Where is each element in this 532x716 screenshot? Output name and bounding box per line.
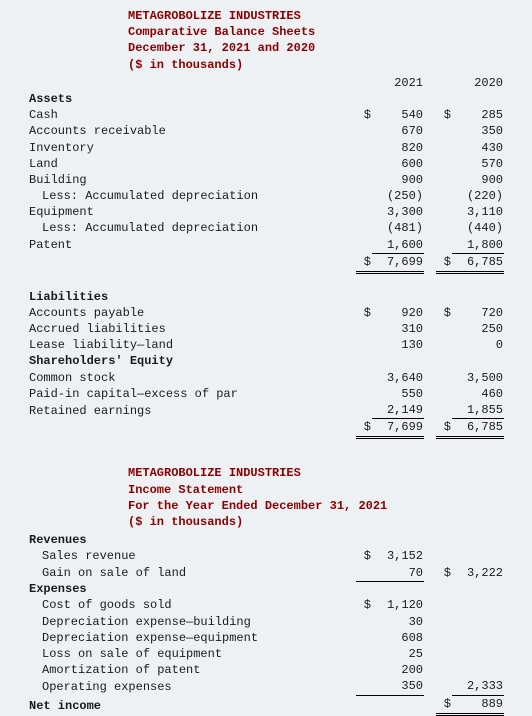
- is-date: For the Year Ended December 31, 2021: [128, 498, 504, 514]
- bs-units: ($ in thousands): [128, 57, 504, 73]
- row-label: Cash: [28, 107, 356, 123]
- year-2020: 2020: [452, 75, 504, 91]
- total-le-2021: 7,699: [372, 419, 424, 438]
- bs-date: December 31, 2021 and 2020: [128, 40, 504, 56]
- total-assets-2020: 6,785: [452, 253, 504, 272]
- company-name: METAGROBOLIZE INDUSTRIES: [128, 8, 504, 24]
- is-units: ($ in thousands): [128, 514, 504, 530]
- net-income: 889: [452, 695, 504, 714]
- net-income-label: Net income: [28, 695, 356, 714]
- equity-header: Shareholders' Equity: [28, 353, 356, 369]
- revenues-header: Revenues: [28, 532, 356, 548]
- is-title: Income Statement: [128, 482, 504, 498]
- is-header: METAGROBOLIZE INDUSTRIES Income Statemen…: [128, 465, 504, 530]
- income-statement: METAGROBOLIZE INDUSTRIES Income Statemen…: [28, 465, 504, 715]
- bs-title: Comparative Balance Sheets: [128, 24, 504, 40]
- expenses-header: Expenses: [28, 581, 356, 597]
- total-le-2020: 6,785: [452, 419, 504, 438]
- total-assets-2021: 7,699: [372, 253, 424, 272]
- total-revenues: 3,222: [452, 565, 504, 582]
- liabilities-header: Liabilities: [28, 289, 356, 305]
- is-table: Revenues Sales revenue$3,152 Gain on sal…: [28, 532, 504, 716]
- year-2021: 2021: [372, 75, 424, 91]
- total-expenses: 2,333: [452, 678, 504, 695]
- company-name: METAGROBOLIZE INDUSTRIES: [128, 465, 504, 481]
- bs-table: 2021 2020 Assets Cash $540 $285 Accounts…: [28, 75, 504, 440]
- assets-header: Assets: [28, 91, 356, 107]
- balance-sheet: METAGROBOLIZE INDUSTRIES Comparative Bal…: [28, 8, 504, 439]
- bs-header: METAGROBOLIZE INDUSTRIES Comparative Bal…: [128, 8, 504, 73]
